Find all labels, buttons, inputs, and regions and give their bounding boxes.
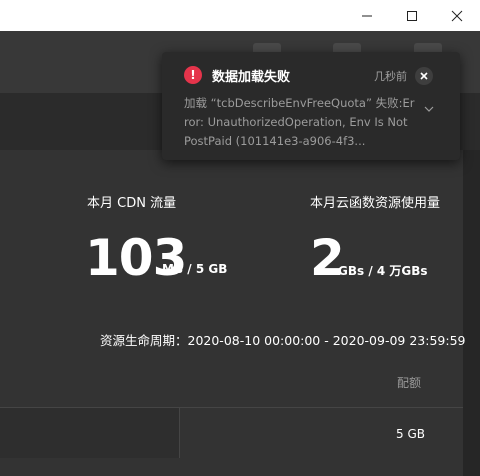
- chevron-down-icon: [424, 106, 434, 112]
- minimize-icon: [362, 15, 372, 16]
- table-row: [0, 408, 180, 458]
- quota-cell: 5 GB: [396, 427, 425, 441]
- resource-lifecycle: 资源生命周期：2020-08-10 00:00:00 - 2020-09-09 …: [100, 333, 466, 348]
- quota-column-header: 配额: [397, 376, 422, 390]
- notification-message: 加载 “tcbDescribeEnvFreeQuota” 失败:Error: U…: [184, 96, 415, 148]
- maximize-button[interactable]: [389, 0, 435, 31]
- cdn-traffic-label: 本月 CDN 流量: [87, 196, 177, 211]
- scroll-gutter: [463, 150, 480, 476]
- scf-usage-unit: GBs / 4 万GBs: [338, 264, 428, 278]
- notification-close-button[interactable]: [415, 67, 433, 85]
- minimize-button[interactable]: [344, 0, 390, 31]
- error-notification: ! 数据加载失败 几秒前 加载 “tcbDescribeEnvFreeQuota…: [162, 52, 460, 160]
- notification-title: 数据加载失败: [212, 70, 291, 85]
- close-window-button[interactable]: [434, 0, 480, 31]
- maximize-icon: [407, 10, 417, 21]
- notification-expand-button[interactable]: [424, 98, 434, 117]
- cdn-traffic-unit: MB / 5 GB: [162, 262, 228, 276]
- close-icon: [420, 72, 428, 80]
- notification-time: 几秒前: [374, 70, 407, 83]
- error-icon: !: [184, 66, 202, 84]
- window-titlebar: [0, 0, 480, 31]
- scf-usage-label: 本月云函数资源使用量: [310, 196, 441, 211]
- close-icon: [451, 10, 463, 21]
